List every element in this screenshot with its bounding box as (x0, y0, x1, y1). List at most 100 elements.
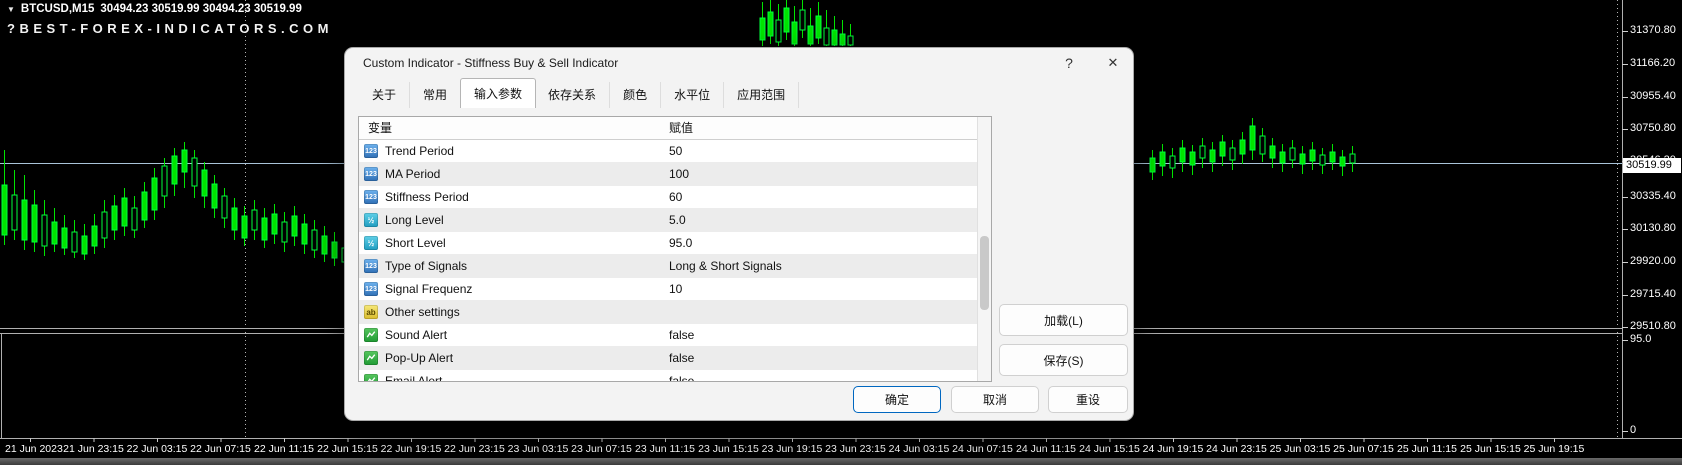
table-row[interactable]: 123 MA Period 100 (359, 163, 991, 186)
tab-颜色[interactable]: 颜色 (610, 82, 662, 108)
table-row[interactable]: 123 Trend Period 50 (359, 140, 991, 163)
table-row[interactable]: 123 Signal Frequenz 10 (359, 278, 991, 301)
candle-body (1259, 135, 1266, 155)
candle (161, 158, 168, 208)
param-name-cell: ab Other settings (359, 305, 660, 319)
candle (61, 215, 68, 255)
param-name: Long Level (385, 213, 444, 227)
param-value[interactable]: 60 (660, 190, 991, 204)
param-value[interactable]: false (660, 374, 991, 381)
candle-body (1329, 151, 1336, 163)
candle-body (161, 165, 168, 197)
candle (791, 6, 798, 46)
time-axis-label: 22 Jun 23:15 (444, 443, 505, 455)
tab-水平位[interactable]: 水平位 (661, 82, 725, 108)
candle (799, 0, 806, 38)
candle (1179, 140, 1186, 172)
param-value[interactable]: 50 (660, 144, 991, 158)
candle (1329, 144, 1336, 170)
help-button[interactable]: ? (1058, 52, 1080, 74)
price-axis-label: 31370.80 (1630, 24, 1676, 36)
candle-body (321, 235, 328, 255)
candle-body (21, 199, 28, 241)
candle-body (261, 217, 268, 241)
ok-button[interactable]: 确定 (853, 386, 941, 413)
load-button[interactable]: 加载(L) (999, 304, 1128, 336)
candle-body (181, 149, 188, 173)
candle-body (1189, 151, 1196, 166)
tab-常用[interactable]: 常用 (410, 82, 462, 108)
dialog-titlebar[interactable]: Custom Indicator - Stiffness Buy & Sell … (345, 48, 1133, 78)
table-row[interactable]: Sound Alert false (359, 324, 991, 347)
candle (1249, 118, 1256, 160)
price-scale[interactable]: 31370.8031166.2030955.4030750.8030546.20… (1622, 0, 1682, 438)
candle (181, 142, 188, 188)
candle (1159, 144, 1166, 176)
param-value[interactable]: false (660, 328, 991, 342)
param-name: MA Period (385, 167, 441, 181)
param-value[interactable]: false (660, 351, 991, 365)
candle (847, 24, 854, 46)
table-row[interactable]: ½ Long Level 5.0 (359, 209, 991, 232)
param-name: Short Level (385, 236, 446, 250)
table-row[interactable]: ab Other settings (359, 301, 991, 324)
candle-body (231, 207, 238, 231)
candle-body (839, 33, 846, 46)
candle (141, 182, 148, 228)
price-axis-label: 30335.40 (1630, 190, 1676, 202)
candle (211, 175, 218, 218)
candle (1169, 148, 1176, 178)
param-value[interactable]: 100 (660, 167, 991, 181)
candle-body (121, 197, 128, 227)
close-icon[interactable]: ✕ (1101, 52, 1125, 74)
table-row[interactable]: ½ Short Level 95.0 (359, 232, 991, 255)
param-value[interactable]: 95.0 (660, 236, 991, 250)
candle (1339, 150, 1346, 176)
candle (241, 206, 248, 246)
cancel-button[interactable]: 取消 (951, 386, 1039, 413)
table-row[interactable]: 123 Type of Signals Long & Short Signals (359, 255, 991, 278)
candle (221, 188, 228, 228)
save-button[interactable]: 保存(S) (999, 344, 1128, 376)
table-row[interactable]: Pop-Up Alert false (359, 347, 991, 370)
tab-输入参数[interactable]: 输入参数 (460, 78, 537, 108)
price-axis-label: 30750.80 (1630, 122, 1676, 134)
candle (1309, 142, 1316, 170)
reset-button[interactable]: 重设 (1048, 386, 1128, 413)
table-row[interactable]: Email Alert false (359, 370, 991, 382)
param-value[interactable]: 5.0 (660, 213, 991, 227)
tab-关于[interactable]: 关于 (359, 82, 411, 108)
table-row[interactable]: 123 Stiffness Period 60 (359, 186, 991, 209)
candle (71, 220, 78, 258)
time-axis-label: 25 Jun 07:15 (1333, 443, 1394, 455)
tab-应用范围[interactable]: 应用范围 (724, 82, 800, 108)
param-name: Email Alert (385, 374, 443, 382)
candle (1149, 150, 1156, 180)
indicator-dialog: Custom Indicator - Stiffness Buy & Sell … (345, 48, 1133, 420)
tab-依存关系[interactable]: 依存关系 (535, 82, 611, 108)
scrollbar-thumb[interactable] (980, 235, 989, 310)
time-axis-label: 24 Jun 19:15 (1142, 443, 1204, 455)
table-scrollbar[interactable] (977, 117, 991, 381)
param-value[interactable]: Long & Short Signals (660, 259, 991, 273)
candle (767, 0, 774, 44)
candle (1, 150, 8, 245)
param-name: Sound Alert (385, 328, 448, 342)
param-name-cell: 123 Trend Period (359, 144, 660, 158)
symbol-dropdown-icon[interactable]: ▼ (7, 5, 15, 14)
candle-body (51, 221, 58, 245)
candle-body (1269, 145, 1276, 159)
candle (331, 232, 338, 266)
candle-body (1349, 153, 1356, 164)
candle (831, 16, 838, 46)
time-axis[interactable]: 21 Jun 2023 21 Jun 23:15 22 Jun 03:15 22 Ju… (0, 441, 1682, 459)
time-axis-label: 25 Jun 03:15 (1269, 443, 1331, 455)
param-name-cell: Pop-Up Alert (359, 351, 660, 365)
param-value[interactable]: 10 (660, 282, 991, 296)
dialog-tabs: 关于 常用 输入参数 依存关系 颜色 水平位 应用范围 (359, 78, 800, 108)
candle-body (1249, 125, 1256, 151)
param-name-cell: Email Alert (359, 374, 660, 382)
candle-body (141, 191, 148, 221)
candle-body (823, 27, 830, 46)
candle-body (1289, 147, 1296, 161)
